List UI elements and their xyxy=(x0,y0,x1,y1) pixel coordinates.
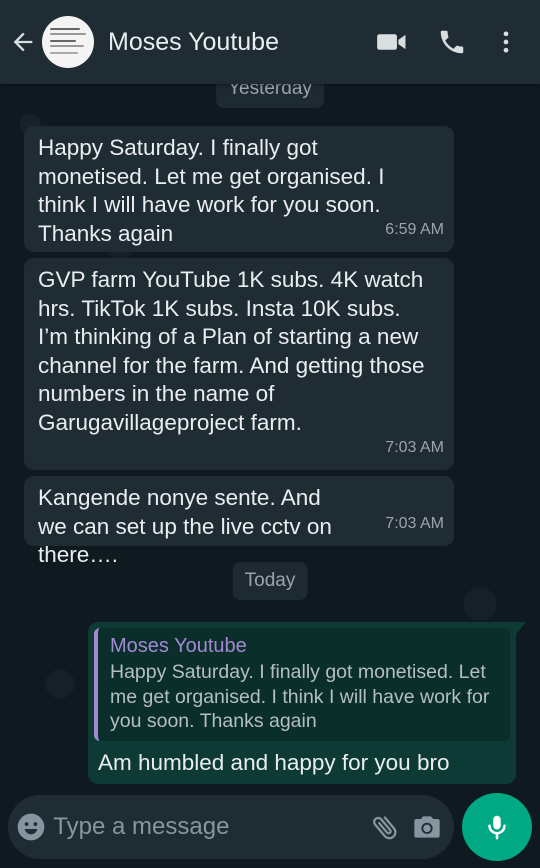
date-chip-yesterday: Yesterday xyxy=(216,84,324,108)
avatar[interactable] xyxy=(42,16,94,68)
message-list[interactable]: Yesterday Happy Saturday. I finally got … xyxy=(0,84,540,784)
emoji-button[interactable] xyxy=(8,795,53,859)
voice-call-button[interactable] xyxy=(422,0,482,84)
message-composer xyxy=(8,795,454,859)
mic-icon xyxy=(488,815,506,840)
contact-name[interactable]: Moses Youtube xyxy=(108,28,362,57)
incoming-message[interactable]: GVP farm YouTube 1K subs. 4K watch hrs. … xyxy=(24,258,454,470)
emoji-icon xyxy=(17,813,45,841)
attach-button[interactable] xyxy=(363,795,405,859)
more-options-button[interactable] xyxy=(482,0,530,84)
phone-icon xyxy=(440,30,464,54)
camera-icon xyxy=(414,816,440,838)
message-text: Am humbled and happy for you bro xyxy=(98,750,450,775)
more-vert-icon xyxy=(503,31,509,53)
message-text: Happy Saturday. I finally got monetised.… xyxy=(38,135,385,246)
video-call-button[interactable] xyxy=(362,0,422,84)
voice-message-button[interactable] xyxy=(462,793,532,861)
attach-icon xyxy=(372,816,396,840)
date-chip-today: Today xyxy=(232,562,308,600)
camera-button[interactable] xyxy=(406,795,448,859)
incoming-message[interactable]: Happy Saturday. I finally got monetised.… xyxy=(24,126,454,252)
incoming-message[interactable]: Kangende nonye sente. And we can set up … xyxy=(24,476,454,567)
message-input[interactable] xyxy=(53,813,364,841)
video-call-icon xyxy=(377,34,406,50)
outgoing-message[interactable]: Moses Youtube Happy Saturday. I finally … xyxy=(88,622,526,784)
message-time: 6:59 AM xyxy=(385,220,444,238)
quoted-text: Happy Saturday. I finally got monetised.… xyxy=(110,661,490,732)
back-button[interactable] xyxy=(0,0,46,84)
message-text: GVP farm YouTube 1K subs. 4K watch hrs. … xyxy=(38,267,425,435)
message-time: 7:03 AM xyxy=(385,438,444,456)
quoted-reply[interactable]: Moses Youtube Happy Saturday. I finally … xyxy=(94,628,510,741)
chat-header: Moses Youtube xyxy=(0,0,540,84)
back-arrow-icon xyxy=(13,32,33,52)
message-time: 7:03 AM xyxy=(385,514,444,532)
quoted-sender: Moses Youtube xyxy=(110,635,247,657)
message-text: Kangende nonye sente. And we can set up … xyxy=(38,485,332,567)
